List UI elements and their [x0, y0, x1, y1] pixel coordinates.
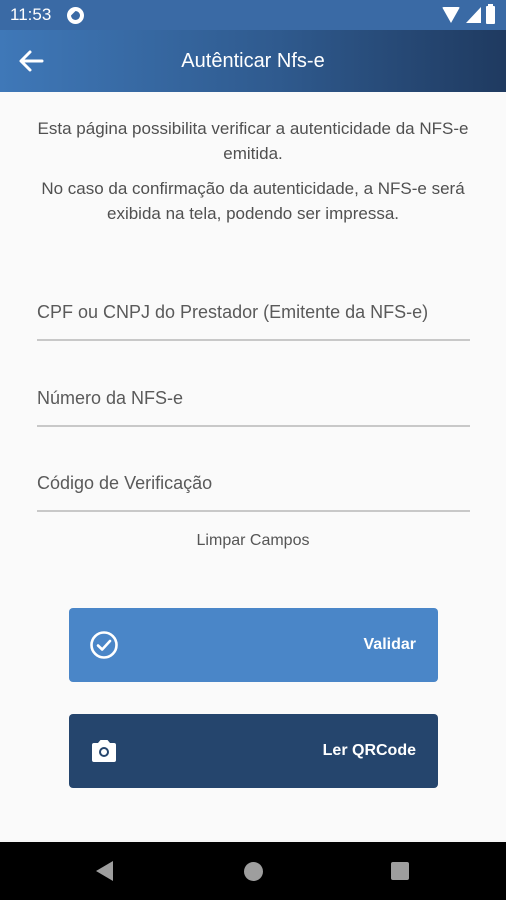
status-time: 11:53	[10, 5, 52, 24]
codigo-verificacao-field	[37, 460, 470, 512]
validar-label: Validar	[363, 636, 416, 653]
nav-back-icon[interactable]	[96, 861, 113, 881]
check-circle-icon	[89, 630, 119, 660]
nav-recents-icon[interactable]	[391, 862, 409, 880]
ler-qrcode-label: Ler QRCode	[322, 742, 416, 759]
clear-fields-button[interactable]: Limpar Campos	[0, 532, 506, 550]
system-nav-bar	[0, 842, 506, 900]
numero-nfse-field	[37, 375, 470, 427]
cpf-cnpj-field	[37, 289, 470, 341]
notification-icon	[67, 7, 84, 24]
codigo-verificacao-input[interactable]	[37, 460, 470, 506]
ler-qrcode-button[interactable]: Ler QRCode	[69, 714, 438, 788]
validar-button[interactable]: Validar	[69, 608, 438, 682]
camera-icon	[89, 736, 119, 766]
page-title: Autênticar Nfs-e	[181, 50, 325, 72]
cpf-cnpj-input[interactable]	[37, 289, 470, 335]
numero-nfse-input[interactable]	[37, 375, 470, 421]
status-bar: 11:53	[0, 0, 506, 30]
app-bar: Autênticar Nfs-e	[0, 30, 506, 92]
signal-icon	[466, 7, 481, 23]
description-text: Esta página possibilita verificar a aute…	[37, 119, 469, 163]
description-note: No caso da confirmação da autenticidade,…	[41, 179, 465, 223]
back-arrow-icon[interactable]	[12, 42, 50, 80]
wifi-icon	[442, 7, 460, 23]
main-content: Esta página possibilita verificar a aute…	[0, 92, 506, 840]
nav-home-icon[interactable]	[244, 862, 263, 881]
battery-icon	[486, 4, 495, 24]
